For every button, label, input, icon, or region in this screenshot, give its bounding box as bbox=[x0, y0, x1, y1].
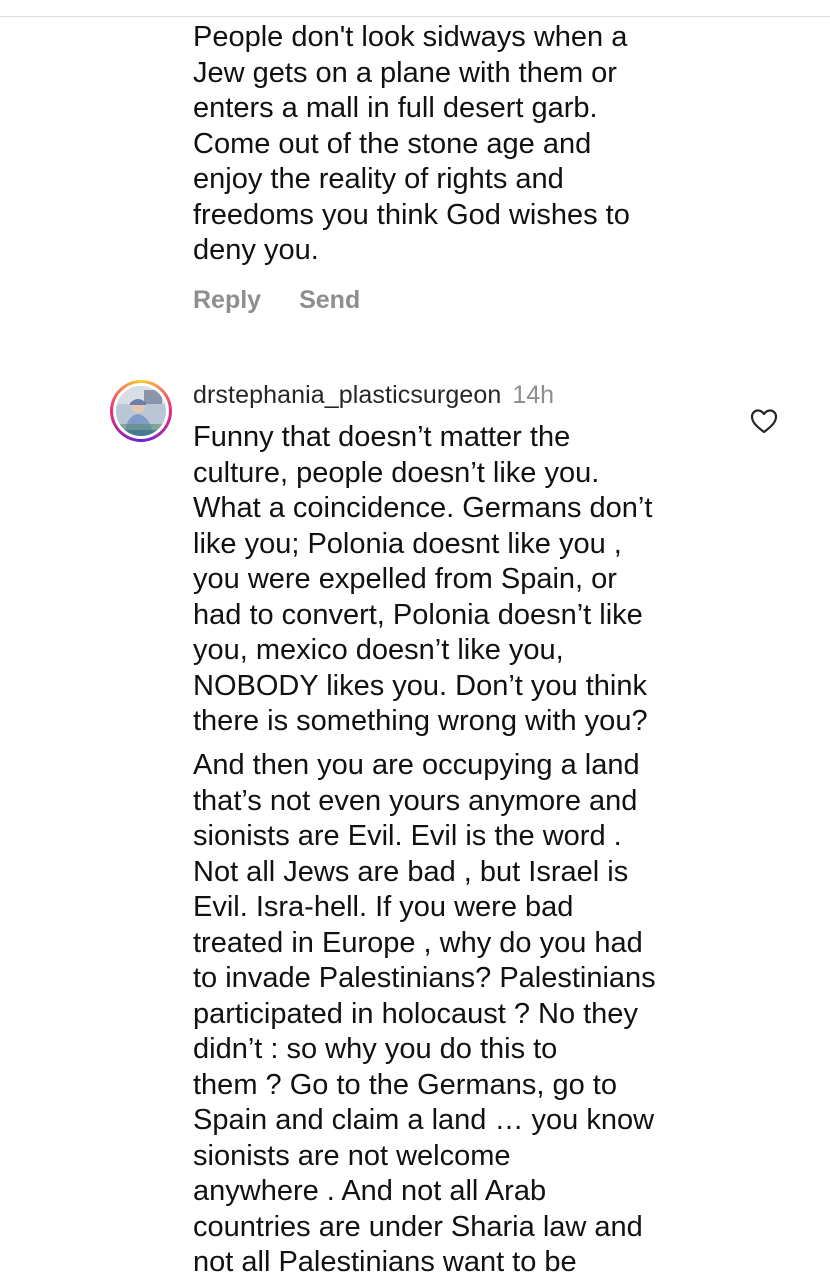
comment-2-paragraph-1: Funny that doesn’t matter the culture, p… bbox=[193, 420, 753, 740]
avatar-border bbox=[113, 383, 169, 439]
comment-line: you, mexico doesn’t like you, bbox=[193, 634, 564, 666]
comment-line: enjoy the reality of rights and bbox=[193, 163, 564, 195]
comment-1-text: People don't look sidways when a Jew get… bbox=[193, 20, 753, 269]
comment-line: treated in Europe , why do you had bbox=[193, 926, 643, 959]
comment-line: Funny that doesn’t matter the bbox=[193, 421, 571, 453]
timestamp: 14h bbox=[512, 381, 555, 409]
comment-line: sionists are not welcome bbox=[193, 1139, 511, 1172]
comment-line: you were expelled from Spain, or bbox=[193, 563, 617, 595]
comment-line: countries are under Sharia law and bbox=[193, 1210, 643, 1243]
comment-2-header: drstephania_plasticsurgeon 14h bbox=[193, 378, 554, 412]
comment-line: Evil. Isra-hell. If you were bad bbox=[193, 891, 574, 923]
comment-1-actions: Reply Send bbox=[193, 286, 360, 315]
comment-line: like you; Polonia doesnt like you , bbox=[193, 527, 622, 560]
comment-line: Spain and claim a land … you know bbox=[193, 1104, 655, 1136]
heart-icon[interactable] bbox=[750, 408, 778, 434]
profile-photo bbox=[116, 386, 166, 436]
top-divider bbox=[0, 16, 830, 17]
username[interactable]: drstephania_plasticsurgeon bbox=[193, 381, 501, 409]
comment-line: enters a mall in full desert garb. bbox=[193, 92, 598, 124]
comment-line: freedoms you think God wishes to bbox=[193, 198, 630, 231]
comment-line: there is something wrong with you? bbox=[193, 705, 648, 737]
comment-line: had to convert, Polonia doesn’t like bbox=[193, 598, 643, 631]
comment-line: Come out of the stone age and bbox=[193, 127, 592, 160]
comment-line: didn’t : so why you do this to bbox=[193, 1033, 558, 1065]
comment-line: Jew gets on a plane with them or bbox=[193, 56, 617, 89]
comment-line: What a coincidence. Germans don’t bbox=[193, 492, 653, 524]
avatar[interactable] bbox=[110, 380, 172, 442]
comment-line: participated in holocaust ? No they bbox=[193, 997, 638, 1030]
comment-line: anywhere . And not all Arab bbox=[193, 1175, 547, 1207]
comment-line: culture, people doesn’t like you. bbox=[193, 456, 600, 489]
comment-2-paragraph-2: And then you are occupying a land that’s… bbox=[193, 748, 753, 1281]
comment-line: NOBODY likes you. Don’t you think bbox=[193, 669, 647, 702]
comment-line: to invade Palestinians? Palestinians bbox=[193, 962, 656, 994]
comment-line: And then you are occupying a land bbox=[193, 749, 640, 781]
comment-line: that’s not even yours anymore and bbox=[193, 784, 638, 817]
comment-line: not all Palestinians want to be bbox=[193, 1246, 577, 1278]
comment-line: Not all Jews are bad , but Israel is bbox=[193, 855, 629, 888]
comment-line: them ? Go to the Germans, go to bbox=[193, 1068, 617, 1101]
avatar-image bbox=[116, 386, 166, 436]
send-button[interactable]: Send bbox=[299, 286, 360, 315]
comment-line: deny you. bbox=[193, 234, 319, 266]
comment-line: sionists are Evil. Evil is the word . bbox=[193, 820, 622, 852]
reply-button[interactable]: Reply bbox=[193, 286, 261, 315]
comment-line: People don't look sidways when a bbox=[193, 21, 628, 53]
